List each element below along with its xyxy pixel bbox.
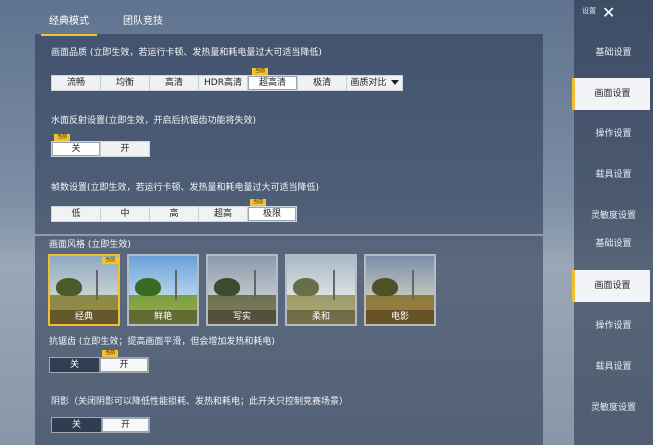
sidebar-item-sensitivity[interactable]: 灵敏度设置 xyxy=(574,392,653,424)
style-thumb-cinema[interactable]: 电影 xyxy=(364,254,436,326)
water-option[interactable]: 开 xyxy=(101,142,149,156)
style-thumb-realistic[interactable]: 写实 xyxy=(206,254,278,326)
style-caption: 写实 xyxy=(208,310,276,324)
quality-option[interactable]: 高清 xyxy=(150,76,199,90)
shadow-option[interactable]: 关 xyxy=(52,418,102,432)
fps-option[interactable]: 高 xyxy=(150,207,199,221)
sidebar-item-vehicle[interactable]: 载具设置 xyxy=(574,159,653,191)
sidebar-item-controls[interactable]: 操作设置 xyxy=(574,310,653,342)
current-badge: 当前 xyxy=(102,350,119,357)
antialias-option[interactable]: 关 xyxy=(50,358,100,372)
close-icon[interactable]: ✕ xyxy=(602,3,615,22)
style-title: 画面风格 (立即生效) xyxy=(49,240,131,250)
sidebar-item-vehicle[interactable]: 载具设置 xyxy=(574,351,653,383)
mode-tabs: 经典模式 团队竞技 xyxy=(35,12,543,36)
sidebar-item-basic[interactable]: 基础设置 xyxy=(574,37,653,69)
current-badge: 当前 xyxy=(250,199,267,206)
antialias-title: 抗锯齿 (立即生效；提高画面平滑，但会增加发热和耗电) xyxy=(49,337,275,347)
quality-option[interactable]: 极清 xyxy=(298,76,347,90)
quality-option[interactable]: 均衡 xyxy=(101,76,150,90)
quality-compare-label: 画质对比 xyxy=(350,78,387,88)
sidebar-item-graphics[interactable]: 画面设置 xyxy=(572,270,650,302)
antialias-toggle: 关 当前 开 xyxy=(49,350,149,373)
fps-option[interactable]: 低 xyxy=(52,207,101,221)
quality-option-label: 超高清 xyxy=(258,78,286,88)
fps-title: 帧数设置(立即生效，若运行卡顿、发热量和耗电量过大可适当降低) xyxy=(51,183,320,193)
quality-title: 画面品质 (立即生效，若运行卡顿、发热量和耗电量过大可适当降低) xyxy=(51,48,322,58)
quality-option-selected[interactable]: 当前 超高清 xyxy=(248,68,298,90)
current-badge: 当前 xyxy=(54,134,71,141)
fps-option[interactable]: 超高 xyxy=(199,207,248,221)
settings-label: 设置 xyxy=(582,7,596,15)
style-thumb-vivid[interactable]: 鲜艳 xyxy=(127,254,199,326)
fps-option-selected[interactable]: 当前 极限 xyxy=(248,199,296,221)
fps-option[interactable]: 中 xyxy=(101,207,150,221)
style-thumb-classic[interactable]: 当前 经典 xyxy=(48,254,120,326)
sidebar-item-graphics[interactable]: 画面设置 xyxy=(572,78,650,110)
settings-panel-top xyxy=(35,34,543,234)
tab-team-deathmatch[interactable]: 团队竞技 xyxy=(115,12,171,34)
current-badge: 当前 xyxy=(252,68,269,75)
antialias-option-selected[interactable]: 当前 开 xyxy=(100,350,148,372)
fps-selector: 低 中 高 超高 当前 极限 xyxy=(51,199,297,222)
tab-classic-mode[interactable]: 经典模式 xyxy=(41,12,97,36)
water-option-label: 关 xyxy=(71,144,81,154)
style-caption: 鲜艳 xyxy=(129,310,197,324)
sidebar-item-controls[interactable]: 操作设置 xyxy=(574,118,653,150)
shadow-toggle: 关 开 xyxy=(51,417,150,433)
style-thumb-soft[interactable]: 柔和 xyxy=(285,254,357,326)
water-title: 水面反射设置(立即生效，开启后抗锯齿功能将失效) xyxy=(51,116,257,126)
chevron-down-icon xyxy=(390,80,399,85)
antialias-option-label: 开 xyxy=(119,360,129,370)
quality-option[interactable]: 流畅 xyxy=(52,76,101,90)
style-caption: 经典 xyxy=(50,310,118,324)
water-option-selected[interactable]: 当前 关 xyxy=(52,134,101,156)
shadow-title: 阴影（关闭阴影可以降低性能损耗、发热和耗电；此开关只控制竞赛场景） xyxy=(51,397,349,407)
quality-compare-dropdown[interactable]: 画质对比 xyxy=(347,76,402,90)
water-toggle: 当前 关 开 xyxy=(51,134,150,157)
current-badge: 当前 xyxy=(102,257,118,264)
style-caption: 柔和 xyxy=(287,310,355,324)
fps-option-label: 极限 xyxy=(262,209,281,219)
shadow-option-selected[interactable]: 开 xyxy=(102,418,149,432)
quality-selector: 流畅 均衡 高清 HDR高清 当前 超高清 极清 画质对比 xyxy=(51,68,403,91)
sidebar-item-basic[interactable]: 基础设置 xyxy=(574,228,653,260)
style-caption: 电影 xyxy=(366,310,434,324)
quality-option[interactable]: HDR高清 xyxy=(199,76,248,90)
